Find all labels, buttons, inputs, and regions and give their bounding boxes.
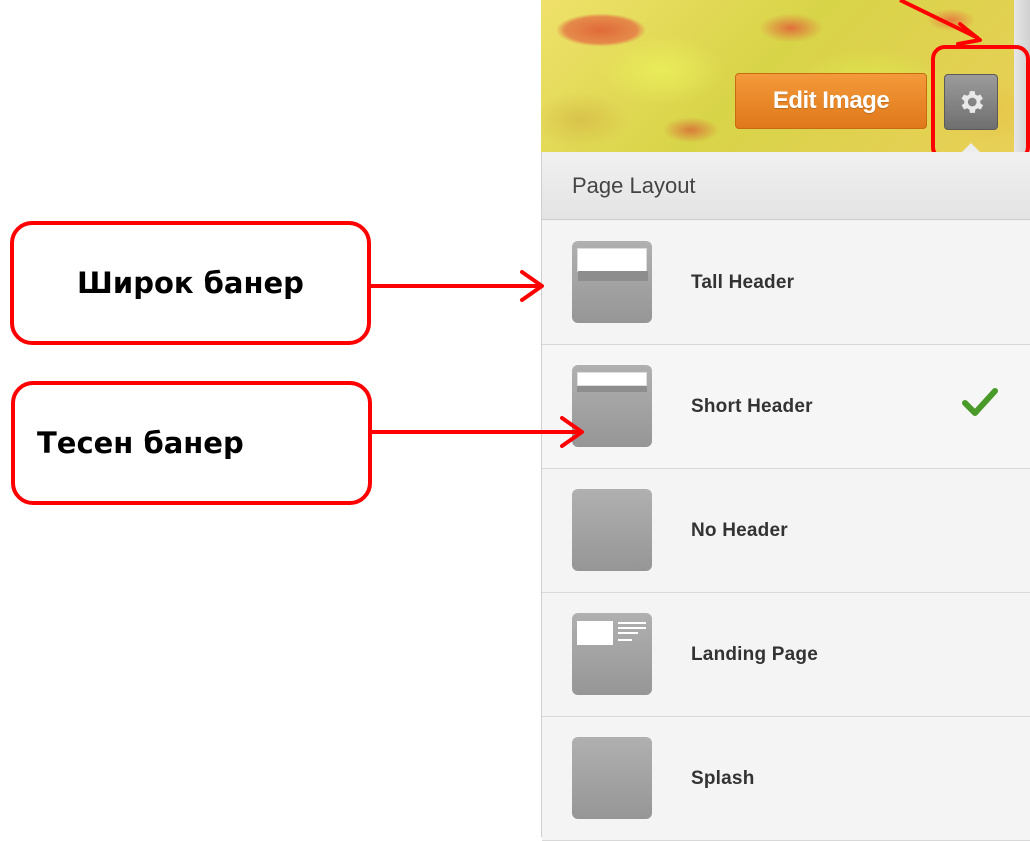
layout-option-label: Landing Page <box>691 643 818 665</box>
splash-thumbnail <box>572 737 652 819</box>
layout-option-label: Short Header <box>691 395 813 417</box>
layout-list: Tall Header Short Header No Header Landi… <box>542 221 1030 841</box>
short-header-thumbnail <box>572 365 652 447</box>
narrow-banner-callout: Тесен банер <box>11 381 372 505</box>
page-layout-panel: Page Layout Tall Header Short Header No … <box>541 152 1030 841</box>
layout-option-label: No Header <box>691 519 788 541</box>
layout-option-splash[interactable]: Splash <box>542 717 1030 841</box>
layout-option-label: Splash <box>691 767 755 789</box>
layout-option-no-header[interactable]: No Header <box>542 469 1030 593</box>
tall-header-thumbnail <box>572 241 652 323</box>
panel-title: Page Layout <box>572 172 696 198</box>
layout-option-landing-page[interactable]: Landing Page <box>542 593 1030 717</box>
wide-banner-callout: Широк банер <box>10 221 371 345</box>
layout-option-short-header[interactable]: Short Header <box>542 345 1030 469</box>
no-header-thumbnail <box>572 489 652 571</box>
layout-option-label: Tall Header <box>691 271 795 293</box>
edit-image-button[interactable]: Edit Image <box>735 73 927 129</box>
landing-page-thumbnail <box>572 613 652 695</box>
checkmark-icon <box>962 388 998 416</box>
panel-header: Page Layout <box>542 152 1030 220</box>
layout-option-tall-header[interactable]: Tall Header <box>542 221 1030 345</box>
